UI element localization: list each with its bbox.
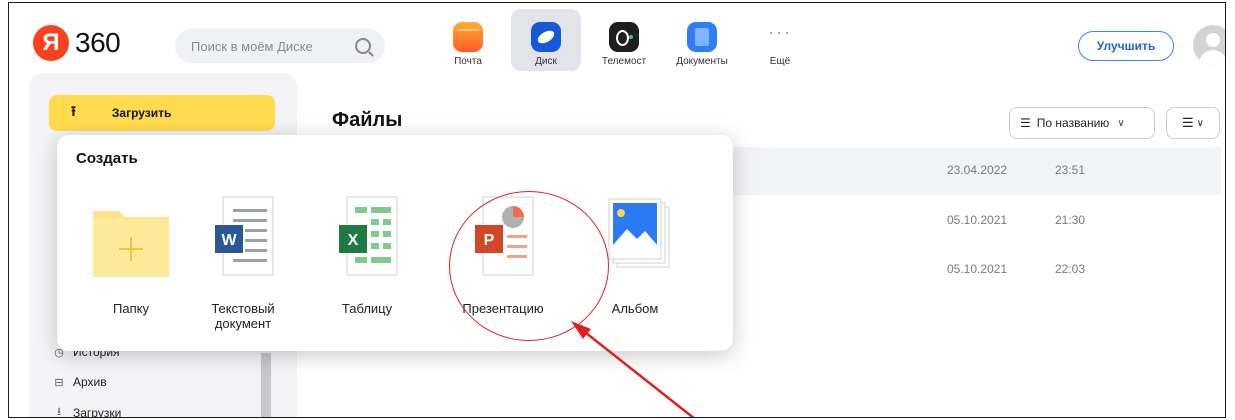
more-icon: ··· (768, 22, 792, 42)
sort-label: По названию (1036, 116, 1110, 130)
upgrade-button[interactable]: Улучшить (1078, 31, 1174, 61)
app-disk[interactable]: Диск (511, 9, 581, 71)
chevron-down-icon: ∨ (1117, 117, 1125, 129)
search-placeholder: Поиск в моём Диске (191, 38, 313, 54)
create-text-document-item[interactable]: W Текстовый документ (183, 195, 303, 331)
search-input[interactable]: Поиск в моём Диске (175, 29, 385, 63)
app-documents[interactable]: Документы (667, 9, 737, 71)
upload-label: Загрузить (111, 106, 172, 120)
word-document-icon: W (215, 196, 274, 276)
app-label: Телемост (601, 56, 647, 67)
app-more[interactable]: ··· Ещё (745, 9, 815, 71)
sidebar-item-label: Архив (73, 375, 107, 389)
create-album-item[interactable]: Альбом (575, 195, 695, 316)
page-title: Файлы (332, 109, 403, 131)
upload-button[interactable]: ⭱ Загрузить (49, 95, 275, 131)
create-menu-title: Создать (76, 150, 138, 167)
powerpoint-letter: P (484, 232, 495, 249)
row-time: 23:51 (1055, 163, 1086, 177)
sort-icon: ☰ (1020, 116, 1031, 130)
disk-icon (531, 22, 561, 52)
documents-icon (687, 22, 717, 52)
logo-text: 360 (75, 27, 121, 58)
telemost-icon (609, 22, 639, 52)
create-item-label: Текстовый документ (211, 301, 275, 331)
create-item-label: Альбом (611, 301, 659, 316)
create-item-label: Таблицу (341, 301, 393, 316)
mail-icon (453, 22, 483, 52)
create-item-label: Папку (113, 301, 149, 316)
app-label: Диск (535, 56, 557, 67)
row-date: 05.10.2021 (947, 262, 1008, 276)
create-presentation-item[interactable]: P Презентацию (443, 195, 563, 316)
app-mail[interactable]: Почта (433, 9, 503, 71)
yandex-logo-icon: Я (33, 25, 69, 61)
sidebar-item-downloads[interactable]: ⭳ Загрузки (53, 403, 121, 418)
sidebar-scrollbar[interactable] (261, 353, 271, 417)
folder-icon (93, 211, 169, 277)
row-date: 05.10.2021 (947, 213, 1008, 227)
sidebar-item-archive[interactable]: ⊟ Архив (53, 375, 107, 389)
word-letter: W (221, 232, 237, 249)
row-time: 22:03 (1055, 262, 1086, 276)
excel-letter: X (348, 232, 359, 249)
yandex-360-logo[interactable]: Я 360 (33, 25, 121, 61)
downloads-icon: ⭳ (57, 406, 61, 418)
app-label: Документы (676, 56, 728, 67)
app-window: Я 360 Поиск в моём Диске Почта Диск Теле… (8, 2, 1226, 418)
powerpoint-presentation-icon: P (475, 196, 534, 276)
app-label: Ещё (769, 56, 791, 67)
create-item-label: Презентацию (462, 301, 544, 316)
search-icon[interactable] (355, 38, 371, 54)
row-date: 23.04.2022 (947, 163, 1008, 177)
create-folder-item[interactable]: Папку (71, 195, 191, 316)
top-header: Я 360 Поиск в моём Диске Почта Диск Теле… (9, 3, 1225, 83)
excel-spreadsheet-icon: X (339, 196, 398, 276)
chevron-down-icon: ∨ (1196, 117, 1204, 129)
sort-dropdown[interactable]: ☰ По названию ∨ (1009, 107, 1155, 139)
archive-icon: ⊟ (54, 376, 64, 389)
app-label: Почта (454, 56, 482, 67)
app-telemost[interactable]: Телемост (589, 9, 659, 71)
sidebar-item-label: Загрузки (73, 405, 122, 418)
upload-icon: ⭱ (71, 103, 76, 119)
list-view-icon: ☰ (1182, 115, 1194, 130)
album-icon (608, 198, 670, 268)
create-menu-popup: Создать Папку W Текстовый документ X Таб… (57, 135, 733, 351)
row-time: 21:30 (1055, 213, 1086, 227)
view-mode-dropdown[interactable]: ☰ ∨ (1166, 107, 1220, 139)
create-spreadsheet-item[interactable]: X Таблицу (307, 195, 427, 316)
app-switcher: Почта Диск Телемост Документы ··· Ещё (433, 9, 823, 71)
avatar[interactable] (1193, 25, 1225, 65)
